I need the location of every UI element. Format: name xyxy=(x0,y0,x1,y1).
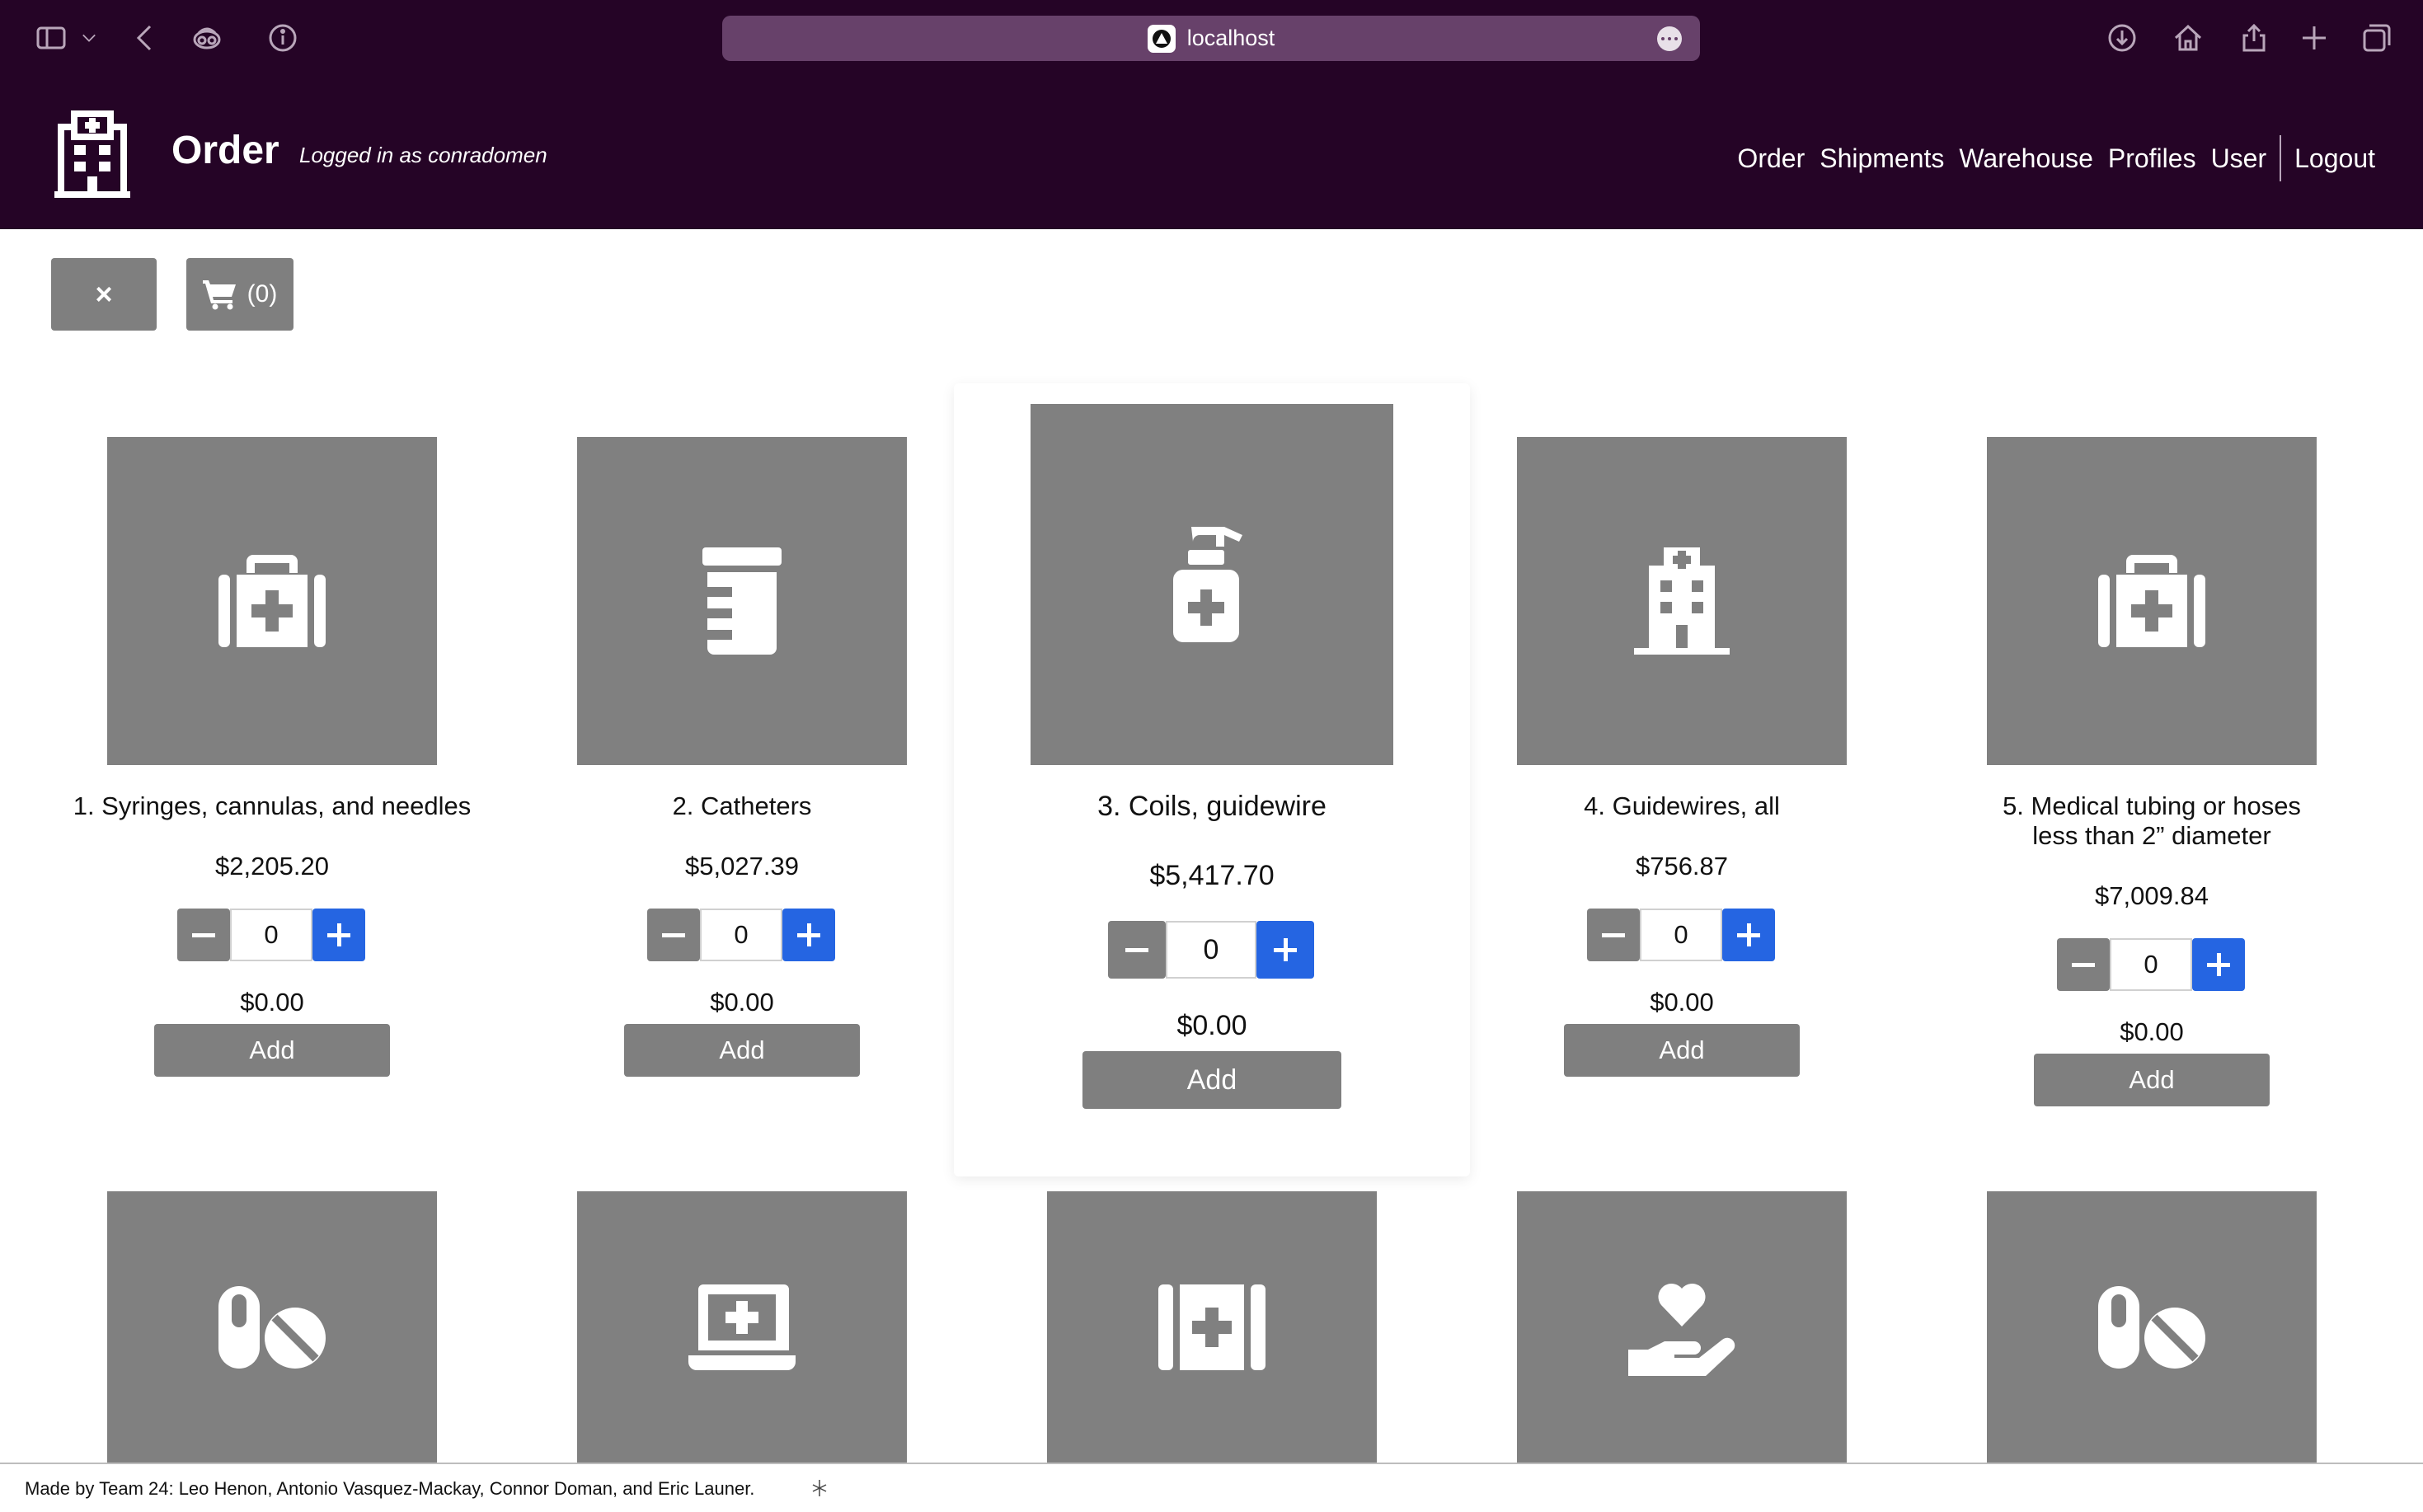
line-total: $0.00 xyxy=(2120,1017,2184,1046)
sidebar-icon[interactable] xyxy=(31,18,71,58)
product-image[interactable] xyxy=(1987,437,2317,765)
new-tab-icon[interactable] xyxy=(2294,18,2334,58)
line-total: $0.00 xyxy=(240,988,304,1017)
product-name: 4. Guidewires, all xyxy=(1584,791,1780,820)
share-icon[interactable] xyxy=(2234,18,2274,58)
laptop-medical-icon xyxy=(688,1284,796,1370)
url-text: localhost xyxy=(1186,26,1275,50)
clear-cart-button[interactable]: × xyxy=(51,258,157,331)
quantity-input[interactable] xyxy=(700,909,782,961)
nav-divider xyxy=(2280,135,2282,181)
product-card: 4. Guidewires, all $756.87 $0.00 Add xyxy=(1459,437,1904,1105)
product-name: 2. Catheters xyxy=(672,791,812,820)
cart-button[interactable]: (0) xyxy=(186,258,293,331)
increment-button[interactable] xyxy=(312,909,365,961)
quantity-input[interactable] xyxy=(1640,909,1722,961)
app-header: Order Logged in as conradomen Order Ship… xyxy=(0,76,2423,229)
product-price: $5,417.70 xyxy=(1149,860,1275,891)
product-price: $7,009.84 xyxy=(2095,881,2209,910)
nav-warehouse[interactable]: Warehouse xyxy=(1959,143,2092,174)
browser-toolbar: localhost xyxy=(0,0,2423,76)
nav-user[interactable]: User xyxy=(2211,143,2267,174)
page-title: Order xyxy=(171,129,279,172)
first-aid-icon xyxy=(1158,1284,1266,1370)
info-icon[interactable] xyxy=(263,18,303,58)
pump-medical-icon xyxy=(1173,527,1242,642)
add-button[interactable]: Add xyxy=(154,1024,390,1077)
site-favicon-icon xyxy=(1147,24,1176,53)
cart-icon xyxy=(202,280,236,310)
add-button[interactable]: Add xyxy=(1082,1051,1341,1109)
product-name: 3. Coils, guidewire xyxy=(1097,791,1327,822)
decrement-button[interactable] xyxy=(1587,909,1640,961)
product-image[interactable] xyxy=(577,437,907,765)
increment-button[interactable] xyxy=(782,909,835,961)
product-price: $5,027.39 xyxy=(685,852,799,880)
quantity-stepper xyxy=(1587,909,1775,961)
decrement-button[interactable] xyxy=(177,909,230,961)
line-total: $0.00 xyxy=(1176,1010,1247,1041)
product-card: 5. Medical tubing or hoses less than 2” … xyxy=(1929,437,2374,1121)
nav-order[interactable]: Order xyxy=(1737,143,1805,174)
tabs-overview-icon[interactable] xyxy=(2357,18,2397,58)
sparkle-icon xyxy=(812,1480,827,1496)
product-image[interactable] xyxy=(1987,1191,2317,1463)
back-icon[interactable] xyxy=(125,18,165,58)
download-icon[interactable] xyxy=(2102,18,2142,58)
decrement-button[interactable] xyxy=(647,909,700,961)
product-image[interactable] xyxy=(1047,1191,1377,1463)
quantity-input[interactable] xyxy=(2110,938,2192,991)
footer: Made by Team 24: Leo Henon, Antonio Vasq… xyxy=(0,1463,2423,1512)
product-image[interactable] xyxy=(107,1191,437,1463)
product-image[interactable] xyxy=(107,437,437,765)
product-price: $2,205.20 xyxy=(215,852,329,880)
url-bar[interactable]: localhost xyxy=(722,16,1700,61)
product-image[interactable] xyxy=(1031,404,1393,765)
line-total: $0.00 xyxy=(710,988,774,1017)
hospital-icon xyxy=(1634,547,1730,655)
hand-holding-heart-icon xyxy=(1628,1283,1735,1376)
pills-icon xyxy=(2098,1286,2205,1369)
pills-icon xyxy=(218,1286,326,1369)
quantity-input[interactable] xyxy=(1166,921,1256,979)
medkit-icon xyxy=(218,555,326,647)
product-image[interactable] xyxy=(1517,1191,1847,1463)
product-image[interactable] xyxy=(1517,437,1847,765)
chevron-down-icon[interactable] xyxy=(76,18,102,58)
more-options-icon[interactable] xyxy=(1657,26,1682,51)
quantity-stepper xyxy=(177,909,365,961)
product-card: 1. Syringes, cannulas, and needles $2,20… xyxy=(49,437,495,1105)
product-image[interactable] xyxy=(577,1191,907,1463)
cart-count: (0) xyxy=(247,280,278,308)
quantity-stepper xyxy=(2057,938,2245,991)
medkit-icon xyxy=(2098,555,2205,647)
quantity-stepper xyxy=(647,909,835,961)
add-button[interactable]: Add xyxy=(2034,1054,2270,1106)
product-name: 5. Medical tubing or hoses less than 2” … xyxy=(2003,791,2301,850)
add-button[interactable]: Add xyxy=(624,1024,860,1077)
home-icon[interactable] xyxy=(2168,18,2208,58)
footer-credits: Made by Team 24: Leo Henon, Antonio Vasq… xyxy=(25,1478,755,1499)
main-nav: Order Shipments Warehouse Profiles User … xyxy=(1722,135,2375,181)
line-total: $0.00 xyxy=(1650,988,1714,1017)
hospital-logo-icon[interactable] xyxy=(54,110,130,200)
decrement-button[interactable] xyxy=(2057,938,2110,991)
quantity-stepper xyxy=(1108,921,1314,979)
product-card-featured: 3. Coils, guidewire $5,417.70 $0.00 Add xyxy=(954,383,1470,1176)
increment-button[interactable] xyxy=(2192,938,2245,991)
increment-button[interactable] xyxy=(1722,909,1775,961)
product-price: $756.87 xyxy=(1635,852,1729,880)
nav-shipments[interactable]: Shipments xyxy=(1820,143,1944,174)
product-name: 1. Syringes, cannulas, and needles xyxy=(73,791,472,820)
product-card: 2. Catheters $5,027.39 $0.00 Add xyxy=(519,437,965,1105)
nav-logout[interactable]: Logout xyxy=(2294,143,2375,174)
add-button[interactable]: Add xyxy=(1564,1024,1800,1077)
decrement-button[interactable] xyxy=(1108,921,1166,979)
prescription-bottle-icon xyxy=(702,547,782,655)
privacy-icon[interactable] xyxy=(187,18,227,58)
nav-profiles[interactable]: Profiles xyxy=(2108,143,2196,174)
increment-button[interactable] xyxy=(1256,921,1314,979)
login-status: Logged in as conradomen xyxy=(299,143,547,167)
quantity-input[interactable] xyxy=(230,909,312,961)
